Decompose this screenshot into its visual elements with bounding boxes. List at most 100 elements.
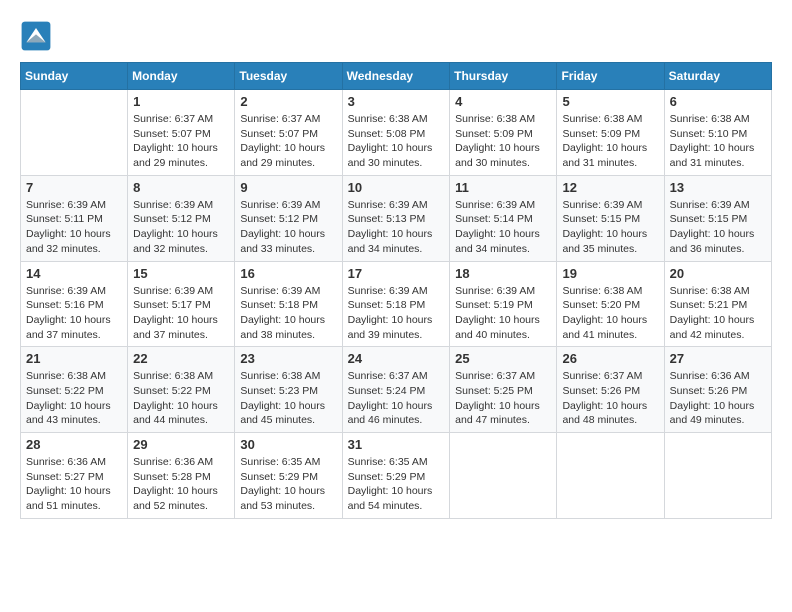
cell-info: Sunrise: 6:39 AM Sunset: 5:19 PM Dayligh… [455, 284, 551, 343]
calendar-cell: 7 Sunrise: 6:39 AM Sunset: 5:11 PM Daylig… [21, 175, 128, 261]
cell-info: Sunrise: 6:37 AM Sunset: 5:25 PM Dayligh… [455, 369, 551, 428]
day-number: 18 [455, 266, 551, 281]
cell-info: Sunrise: 6:37 AM Sunset: 5:07 PM Dayligh… [133, 112, 229, 171]
day-number: 15 [133, 266, 229, 281]
day-number: 20 [670, 266, 766, 281]
day-number: 17 [348, 266, 445, 281]
cell-info: Sunrise: 6:39 AM Sunset: 5:18 PM Dayligh… [348, 284, 445, 343]
cell-info: Sunrise: 6:38 AM Sunset: 5:20 PM Dayligh… [562, 284, 658, 343]
day-number: 29 [133, 437, 229, 452]
weekday-header-wednesday: Wednesday [342, 63, 450, 90]
calendar-cell: 6 Sunrise: 6:38 AM Sunset: 5:10 PM Daylig… [664, 90, 771, 176]
calendar-cell: 4Sunrise: 6:38 AM Sunset: 5:09 PM Daylig… [450, 90, 557, 176]
calendar-cell: 2 Sunrise: 6:37 AM Sunset: 5:07 PM Daylig… [235, 90, 342, 176]
cell-info: Sunrise: 6:39 AM Sunset: 5:15 PM Dayligh… [670, 198, 766, 257]
day-number: 16 [240, 266, 336, 281]
cell-info: Sunrise: 6:39 AM Sunset: 5:18 PM Dayligh… [240, 284, 336, 343]
day-number: 26 [562, 351, 658, 366]
calendar-week-row: 28 Sunrise: 6:36 AM Sunset: 5:27 PM Dayli… [21, 433, 772, 519]
cell-info: Sunrise: 6:38 AM Sunset: 5:22 PM Dayligh… [26, 369, 122, 428]
day-number: 4 [455, 94, 551, 109]
cell-info: Sunrise: 6:39 AM Sunset: 5:13 PM Dayligh… [348, 198, 445, 257]
day-number: 1 [133, 94, 229, 109]
calendar-cell [557, 433, 664, 519]
day-number: 3 [348, 94, 445, 109]
calendar-week-row: 7 Sunrise: 6:39 AM Sunset: 5:11 PM Daylig… [21, 175, 772, 261]
calendar-cell: 12Sunrise: 6:39 AM Sunset: 5:15 PM Dayli… [557, 175, 664, 261]
calendar-cell: 5 Sunrise: 6:38 AM Sunset: 5:09 PM Daylig… [557, 90, 664, 176]
calendar-cell: 11Sunrise: 6:39 AM Sunset: 5:14 PM Dayli… [450, 175, 557, 261]
cell-info: Sunrise: 6:39 AM Sunset: 5:12 PM Dayligh… [240, 198, 336, 257]
calendar-cell: 29 Sunrise: 6:36 AM Sunset: 5:28 PM Dayli… [128, 433, 235, 519]
day-number: 14 [26, 266, 122, 281]
cell-info: Sunrise: 6:36 AM Sunset: 5:26 PM Dayligh… [670, 369, 766, 428]
calendar-cell: 18 Sunrise: 6:39 AM Sunset: 5:19 PM Dayli… [450, 261, 557, 347]
weekday-header-friday: Friday [557, 63, 664, 90]
calendar-cell: 25 Sunrise: 6:37 AM Sunset: 5:25 PM Dayli… [450, 347, 557, 433]
weekday-header-thursday: Thursday [450, 63, 557, 90]
weekday-header-tuesday: Tuesday [235, 63, 342, 90]
cell-info: Sunrise: 6:39 AM Sunset: 5:15 PM Dayligh… [562, 198, 658, 257]
cell-info: Sunrise: 6:38 AM Sunset: 5:09 PM Dayligh… [562, 112, 658, 171]
calendar-cell: 19 Sunrise: 6:38 AM Sunset: 5:20 PM Dayli… [557, 261, 664, 347]
cell-info: Sunrise: 6:39 AM Sunset: 5:14 PM Dayligh… [455, 198, 551, 257]
day-number: 30 [240, 437, 336, 452]
calendar-cell: 17 Sunrise: 6:39 AM Sunset: 5:18 PM Dayli… [342, 261, 450, 347]
cell-info: Sunrise: 6:37 AM Sunset: 5:24 PM Dayligh… [348, 369, 445, 428]
page-header [20, 20, 772, 52]
day-number: 22 [133, 351, 229, 366]
day-number: 21 [26, 351, 122, 366]
cell-info: Sunrise: 6:38 AM Sunset: 5:10 PM Dayligh… [670, 112, 766, 171]
calendar-cell: 23Sunrise: 6:38 AM Sunset: 5:23 PM Dayli… [235, 347, 342, 433]
calendar-cell [450, 433, 557, 519]
cell-info: Sunrise: 6:39 AM Sunset: 5:11 PM Dayligh… [26, 198, 122, 257]
calendar-cell: 1 Sunrise: 6:37 AM Sunset: 5:07 PM Daylig… [128, 90, 235, 176]
logo-icon [20, 20, 52, 52]
weekday-header-row: SundayMondayTuesdayWednesdayThursdayFrid… [21, 63, 772, 90]
day-number: 9 [240, 180, 336, 195]
cell-info: Sunrise: 6:38 AM Sunset: 5:22 PM Dayligh… [133, 369, 229, 428]
logo [20, 20, 56, 52]
calendar-week-row: 14Sunrise: 6:39 AM Sunset: 5:16 PM Dayli… [21, 261, 772, 347]
day-number: 13 [670, 180, 766, 195]
calendar-cell: 16 Sunrise: 6:39 AM Sunset: 5:18 PM Dayli… [235, 261, 342, 347]
cell-info: Sunrise: 6:36 AM Sunset: 5:28 PM Dayligh… [133, 455, 229, 514]
cell-info: Sunrise: 6:37 AM Sunset: 5:07 PM Dayligh… [240, 112, 336, 171]
calendar-cell: 20 Sunrise: 6:38 AM Sunset: 5:21 PM Dayli… [664, 261, 771, 347]
day-number: 19 [562, 266, 658, 281]
cell-info: Sunrise: 6:35 AM Sunset: 5:29 PM Dayligh… [240, 455, 336, 514]
calendar-cell: 27 Sunrise: 6:36 AM Sunset: 5:26 PM Dayli… [664, 347, 771, 433]
cell-info: Sunrise: 6:38 AM Sunset: 5:08 PM Dayligh… [348, 112, 445, 171]
day-number: 25 [455, 351, 551, 366]
day-number: 2 [240, 94, 336, 109]
calendar-week-row: 1 Sunrise: 6:37 AM Sunset: 5:07 PM Daylig… [21, 90, 772, 176]
calendar-cell: 28 Sunrise: 6:36 AM Sunset: 5:27 PM Dayli… [21, 433, 128, 519]
day-number: 8 [133, 180, 229, 195]
calendar-cell: 31 Sunrise: 6:35 AM Sunset: 5:29 PM Dayli… [342, 433, 450, 519]
weekday-header-sunday: Sunday [21, 63, 128, 90]
calendar-cell: 3 Sunrise: 6:38 AM Sunset: 5:08 PM Daylig… [342, 90, 450, 176]
day-number: 24 [348, 351, 445, 366]
calendar-week-row: 21 Sunrise: 6:38 AM Sunset: 5:22 PM Dayli… [21, 347, 772, 433]
day-number: 28 [26, 437, 122, 452]
calendar-cell: 30 Sunrise: 6:35 AM Sunset: 5:29 PM Dayli… [235, 433, 342, 519]
calendar-cell: 15 Sunrise: 6:39 AM Sunset: 5:17 PM Dayli… [128, 261, 235, 347]
day-number: 23 [240, 351, 336, 366]
cell-info: Sunrise: 6:39 AM Sunset: 5:17 PM Dayligh… [133, 284, 229, 343]
day-number: 31 [348, 437, 445, 452]
calendar-cell: 14Sunrise: 6:39 AM Sunset: 5:16 PM Dayli… [21, 261, 128, 347]
day-number: 6 [670, 94, 766, 109]
cell-info: Sunrise: 6:35 AM Sunset: 5:29 PM Dayligh… [348, 455, 445, 514]
cell-info: Sunrise: 6:37 AM Sunset: 5:26 PM Dayligh… [562, 369, 658, 428]
day-number: 5 [562, 94, 658, 109]
calendar-cell [21, 90, 128, 176]
day-number: 7 [26, 180, 122, 195]
calendar-cell: 24 Sunrise: 6:37 AM Sunset: 5:24 PM Dayli… [342, 347, 450, 433]
calendar-table: SundayMondayTuesdayWednesdayThursdayFrid… [20, 62, 772, 519]
weekday-header-monday: Monday [128, 63, 235, 90]
calendar-cell: 9 Sunrise: 6:39 AM Sunset: 5:12 PM Daylig… [235, 175, 342, 261]
cell-info: Sunrise: 6:36 AM Sunset: 5:27 PM Dayligh… [26, 455, 122, 514]
weekday-header-saturday: Saturday [664, 63, 771, 90]
cell-info: Sunrise: 6:38 AM Sunset: 5:21 PM Dayligh… [670, 284, 766, 343]
day-number: 27 [670, 351, 766, 366]
